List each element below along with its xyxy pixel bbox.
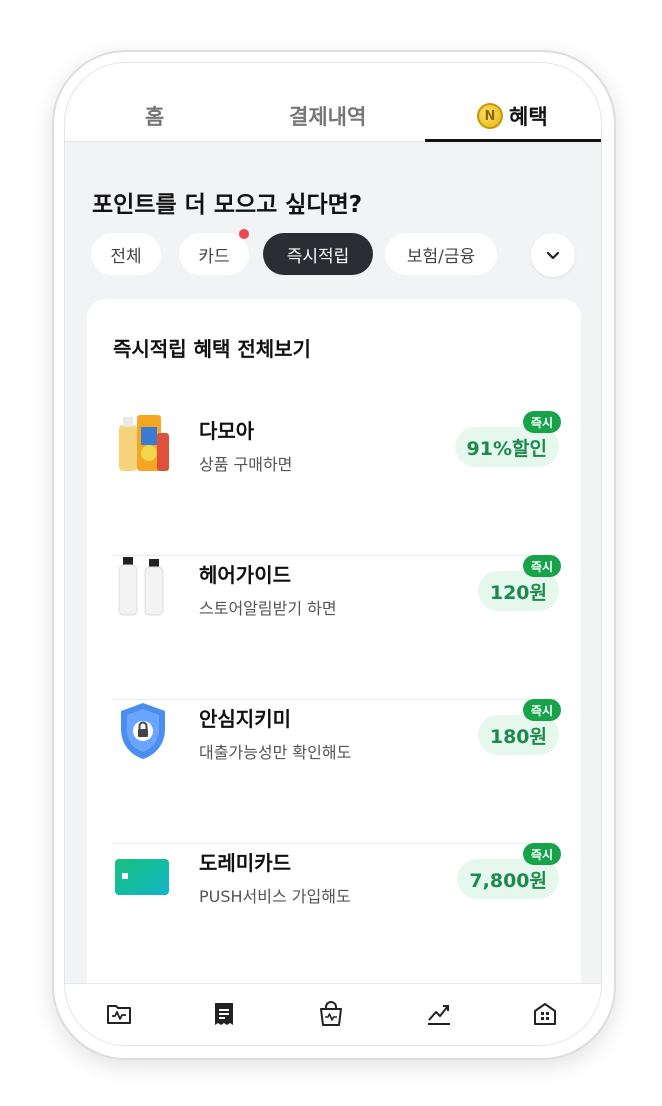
item-description: 상품 구매하면 xyxy=(199,455,293,474)
chip-all[interactable]: 전체 xyxy=(91,233,161,275)
tab-benefits-label: 혜택 xyxy=(509,105,548,129)
item-name: 다모아 xyxy=(199,419,255,443)
instant-badge: 즉시 xyxy=(522,843,561,865)
active-tab-indicator xyxy=(425,139,601,142)
reward-pill: 120원 xyxy=(477,571,559,611)
instant-badge: 즉시 xyxy=(522,699,561,721)
instant-badge: 즉시 xyxy=(522,555,561,577)
phone-frame: 홈 결제내역 N 혜택 포인트를 더 모으고 싶다면? 전체 카드 즉시적립 보… xyxy=(52,50,616,1060)
chip-instant[interactable]: 즉시적립 xyxy=(263,233,373,275)
coin-icon: N xyxy=(477,103,503,129)
list-item[interactable]: 도레미카드 PUSH서비스 가입해도 7,800원 즉시 xyxy=(113,839,561,983)
item-name: 안심지키미 xyxy=(199,707,291,731)
instant-benefits-panel: 즉시적립 혜택 전체보기 다모아 상품 구매하면 91%할인 즉시 헤어가이드 … xyxy=(87,299,581,1045)
reward-pill: 180원 xyxy=(477,715,559,755)
reward-pill: 7,800원 xyxy=(457,859,559,899)
credit-card-icon xyxy=(113,839,173,909)
chevron-down-icon[interactable] xyxy=(531,233,575,277)
item-name: 헤어가이드 xyxy=(199,563,291,587)
item-name: 도레미카드 xyxy=(199,851,291,875)
top-tabs: 홈 결제내역 N 혜택 xyxy=(65,63,601,142)
bottom-navigation xyxy=(65,983,601,1045)
list-item[interactable]: 헤어가이드 스토어알림받기 하면 120원 즉시 xyxy=(113,551,561,695)
shopping-bag-icon[interactable] xyxy=(317,1000,345,1028)
shampoo-bottles-icon xyxy=(113,551,173,621)
shield-lock-icon xyxy=(113,695,173,765)
notification-dot xyxy=(239,229,249,239)
chip-insurance[interactable]: 보험/금융 xyxy=(385,233,497,275)
building-icon[interactable] xyxy=(531,1000,559,1028)
tab-payments[interactable]: 결제내역 xyxy=(289,101,366,131)
page-title: 포인트를 더 모으고 싶다면? xyxy=(92,192,363,218)
folder-chart-icon[interactable] xyxy=(105,1000,133,1028)
instant-badge: 즉시 xyxy=(522,411,561,433)
beverage-icon xyxy=(113,407,173,477)
list-item[interactable]: 다모아 상품 구매하면 91%할인 즉시 xyxy=(113,407,561,551)
item-description: 대출가능성만 확인해도 xyxy=(199,743,352,762)
tab-benefits[interactable]: N 혜택 xyxy=(477,101,548,131)
reward-pill: 91%할인 xyxy=(454,427,559,467)
list-item[interactable]: 안심지키미 대출가능성만 확인해도 180원 즉시 xyxy=(113,695,561,839)
panel-title: 즉시적립 혜택 전체보기 xyxy=(113,337,311,361)
item-description: PUSH서비스 가입해도 xyxy=(199,887,351,906)
tab-home[interactable]: 홈 xyxy=(145,101,164,131)
item-description: 스토어알림받기 하면 xyxy=(199,599,337,618)
chip-card[interactable]: 카드 xyxy=(179,233,249,275)
app-screen: 홈 결제내역 N 혜택 포인트를 더 모으고 싶다면? 전체 카드 즉시적립 보… xyxy=(64,62,602,1046)
trend-chart-icon[interactable] xyxy=(425,1000,453,1028)
receipt-icon[interactable] xyxy=(210,1000,238,1028)
